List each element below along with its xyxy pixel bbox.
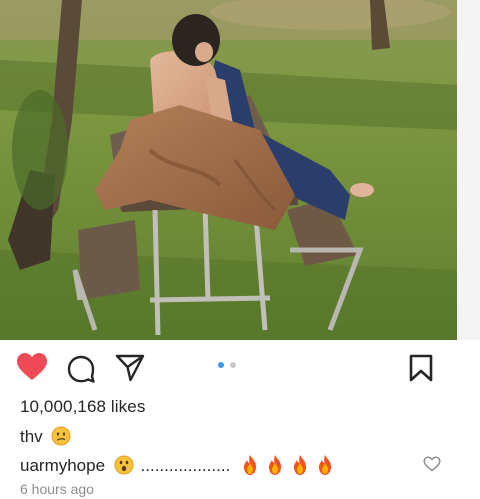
post-timestamp[interactable]: 6 hours ago <box>20 481 94 497</box>
likes-count[interactable]: 10,000,168 likes <box>20 397 145 417</box>
fire-emoji <box>319 455 332 475</box>
fire-emoji <box>244 455 257 475</box>
photo-edge-strip <box>457 0 480 340</box>
comment-username[interactable]: uarmyhope <box>20 456 105 475</box>
heart-icon[interactable] <box>16 352 48 382</box>
post-photo-illustration <box>0 0 457 340</box>
comment-row: thv <box>20 426 71 447</box>
small-heart-icon[interactable] <box>423 456 441 472</box>
fire-emoji <box>269 455 282 475</box>
comment-text: ................... <box>140 456 231 475</box>
fire-emoji <box>294 455 307 475</box>
comment-row: uarmyhope ................... <box>20 454 336 481</box>
fire-emojis <box>239 454 336 481</box>
instagram-post: 10,000,168 likes thv uarmyhope .........… <box>0 0 480 499</box>
comment-icon[interactable] <box>67 355 95 383</box>
carousel-dot-active[interactable] <box>218 362 224 368</box>
astonished-face-emoji <box>114 455 134 475</box>
post-photo[interactable] <box>0 0 457 340</box>
carousel-indicator <box>218 362 240 370</box>
comment-username[interactable]: thv <box>20 427 43 446</box>
bookmark-icon[interactable] <box>408 354 434 382</box>
confused-face-emoji <box>51 426 71 446</box>
carousel-dot[interactable] <box>230 362 236 368</box>
send-icon[interactable] <box>115 354 145 382</box>
